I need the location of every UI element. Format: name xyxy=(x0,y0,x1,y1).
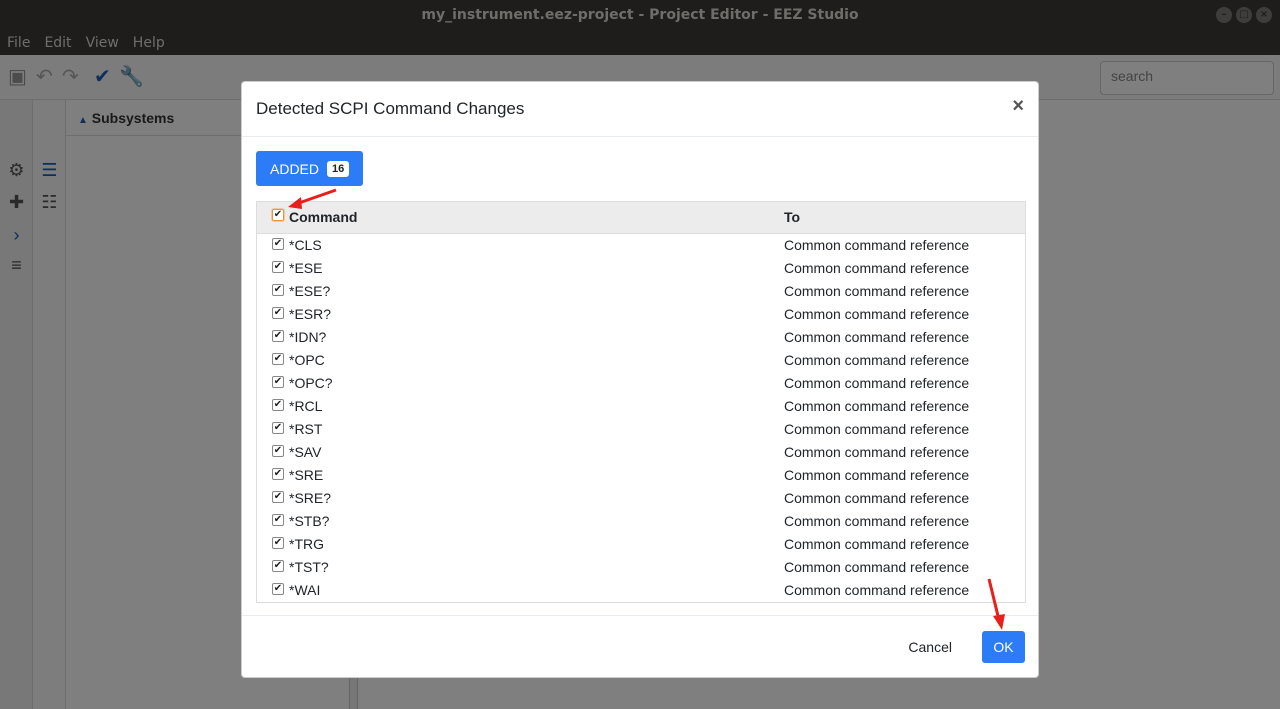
row-to: Common command reference xyxy=(784,444,970,460)
table-row: ✔ *STB? Common command reference xyxy=(257,510,1025,533)
table-row: ✔ *SRE Common command reference xyxy=(257,464,1025,487)
dialog-header: Detected SCPI Command Changes × xyxy=(242,82,1038,137)
row-to: Common command reference xyxy=(784,352,970,368)
table-header: ✔ Command To xyxy=(257,202,1025,234)
row-to: Common command reference xyxy=(784,421,970,437)
table-row: ✔ *ESE? Common command reference xyxy=(257,280,1025,303)
row-checkbox[interactable]: ✔ xyxy=(272,514,284,526)
row-to: Common command reference xyxy=(784,582,970,598)
table-row: ✔ *TRG Common command reference xyxy=(257,533,1025,556)
scpi-changes-dialog: Detected SCPI Command Changes × ADDED 16… xyxy=(241,81,1039,678)
table-row: ✔ *ESR? Common command reference xyxy=(257,303,1025,326)
row-command: *OPC? xyxy=(289,375,333,391)
added-tab[interactable]: ADDED 16 xyxy=(256,151,364,186)
row-to: Common command reference xyxy=(784,536,970,552)
table-row: ✔ *OPC Common command reference xyxy=(257,349,1025,372)
row-to: Common command reference xyxy=(784,398,970,414)
row-command: *ESE? xyxy=(289,283,331,299)
column-to: To xyxy=(784,209,801,225)
row-to: Common command reference xyxy=(784,329,970,345)
row-checkbox[interactable]: ✔ xyxy=(272,468,284,480)
row-command: *OPC xyxy=(289,352,325,368)
row-checkbox[interactable]: ✔ xyxy=(272,353,284,365)
table-row: ✔ *RCL Common command reference xyxy=(257,395,1025,418)
row-to: Common command reference xyxy=(784,490,970,506)
select-all-checkbox[interactable]: ✔ xyxy=(272,209,284,221)
dialog-body: ADDED 16 ✔ Command To ✔ *CLS Common comman… xyxy=(242,137,1038,617)
row-to: Common command reference xyxy=(784,306,970,322)
row-command: *STB? xyxy=(289,513,330,529)
row-command: *IDN? xyxy=(289,329,327,345)
row-checkbox[interactable]: ✔ xyxy=(272,399,284,411)
row-command: *CLS xyxy=(289,237,322,253)
row-command: *TST? xyxy=(289,559,329,575)
row-to: Common command reference xyxy=(784,237,970,253)
row-command: *SRE? xyxy=(289,490,332,506)
row-checkbox[interactable]: ✔ xyxy=(272,307,284,319)
annotation-arrow-ok xyxy=(987,578,1005,630)
row-command: *ESE xyxy=(289,260,323,276)
row-command: *SRE xyxy=(289,467,324,483)
row-to: Common command reference xyxy=(784,283,970,299)
row-checkbox[interactable]: ✔ xyxy=(272,491,284,503)
table-row: ✔ *ESE Common command reference xyxy=(257,257,1025,280)
table-row: ✔ *TST? Common command reference xyxy=(257,556,1025,579)
cancel-button[interactable]: Cancel xyxy=(898,631,962,663)
dialog-title: Detected SCPI Command Changes xyxy=(256,99,525,118)
ok-button[interactable]: OK xyxy=(982,631,1025,663)
row-command: *TRG xyxy=(289,536,324,552)
table-row: ✔ *SAV Common command reference xyxy=(257,441,1025,464)
row-to: Common command reference xyxy=(784,513,970,529)
row-to: Common command reference xyxy=(784,375,970,391)
row-command: *SAV xyxy=(289,444,322,460)
table-row: ✔ *IDN? Common command reference xyxy=(257,326,1025,349)
table-body: ✔ *CLS Common command reference ✔ *ESE Common… xyxy=(257,234,1025,602)
row-checkbox[interactable]: ✔ xyxy=(272,376,284,388)
table-row: ✔ *SRE? Common command reference xyxy=(257,487,1025,510)
row-to: Common command reference xyxy=(784,467,970,483)
row-checkbox[interactable]: ✔ xyxy=(272,238,284,250)
row-command: *RST xyxy=(289,421,323,437)
row-checkbox[interactable]: ✔ xyxy=(272,330,284,342)
row-checkbox[interactable]: ✔ xyxy=(272,284,284,296)
table-row: ✔ *OPC? Common command reference xyxy=(257,372,1025,395)
row-command: *WAI xyxy=(289,582,321,598)
row-checkbox[interactable]: ✔ xyxy=(272,422,284,434)
row-command: *RCL xyxy=(289,398,323,414)
table-row: ✔ *RST Common command reference xyxy=(257,418,1025,441)
annotation-arrow-checkbox xyxy=(288,188,337,209)
row-to: Common command reference xyxy=(784,260,970,276)
added-tab-label: ADDED xyxy=(270,160,320,177)
row-checkbox[interactable]: ✔ xyxy=(272,445,284,457)
close-icon[interactable]: × xyxy=(1012,96,1024,116)
row-checkbox[interactable]: ✔ xyxy=(272,261,284,273)
table-row: ✔ *WAI Common command reference xyxy=(257,579,1025,602)
row-checkbox[interactable]: ✔ xyxy=(272,560,284,572)
changes-table: ✔ Command To ✔ *CLS Common command referen… xyxy=(256,201,1026,603)
row-command: *ESR? xyxy=(289,306,332,322)
dialog-footer: Cancel OK xyxy=(242,615,1038,677)
row-to: Common command reference xyxy=(784,559,970,575)
added-count-badge: 16 xyxy=(327,160,350,177)
table-row: ✔ *CLS Common command reference xyxy=(257,234,1025,257)
row-checkbox[interactable]: ✔ xyxy=(272,537,284,549)
row-checkbox[interactable]: ✔ xyxy=(272,583,284,595)
